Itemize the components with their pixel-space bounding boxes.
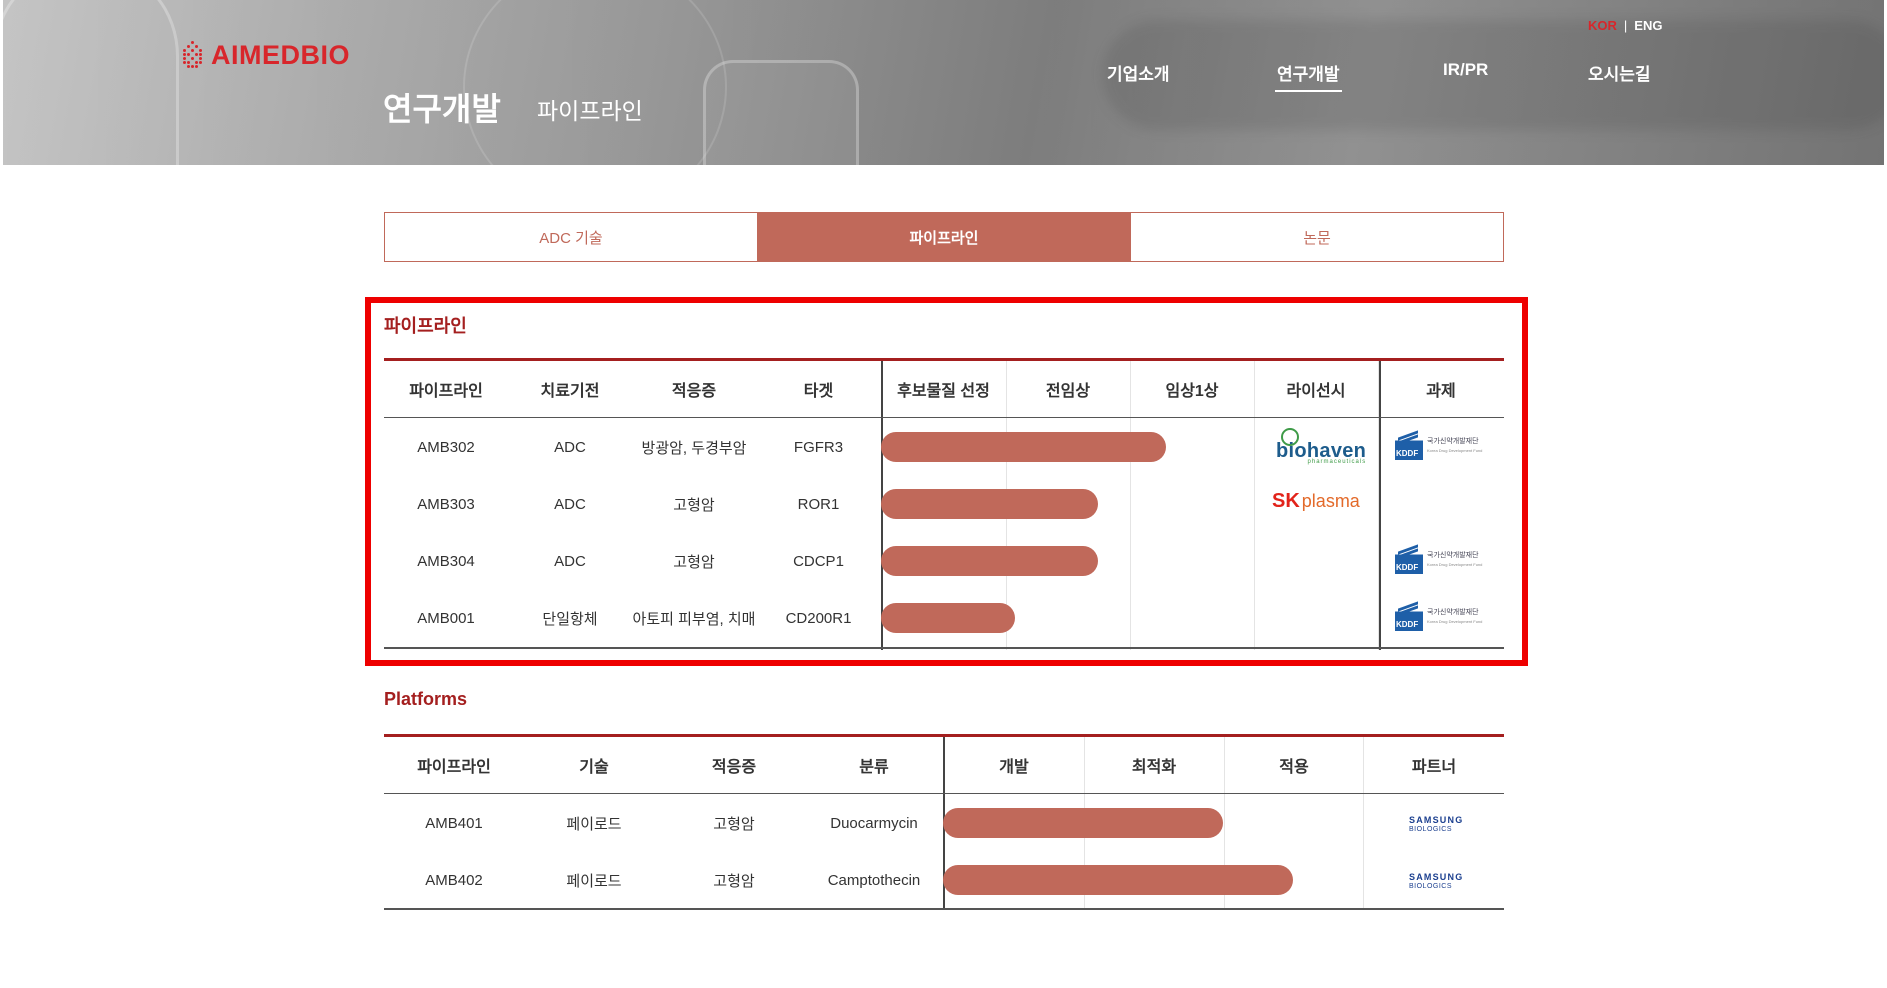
table-bottom-rule bbox=[384, 908, 1504, 910]
lang-separator: | bbox=[1623, 18, 1628, 33]
cell-indication: 고형암 bbox=[713, 816, 755, 833]
kddf-mark-icon: KDDF bbox=[1395, 432, 1423, 460]
kddf-name: 국가신약개발재단 bbox=[1427, 438, 1479, 445]
progress-bar bbox=[881, 546, 1098, 576]
header-rule bbox=[384, 793, 1504, 794]
page-title: 연구개발 bbox=[383, 91, 501, 127]
col-header-licensee: 라이선시 bbox=[1286, 383, 1346, 400]
platforms-table: 파이프라인 기술 적응증 분류 개발 최적화 적용 파트너 AMB401 페이로드… bbox=[384, 734, 1504, 911]
progress-bar bbox=[881, 489, 1098, 519]
samsung-biologics-logo: SAMSUNG BIOLOGICS bbox=[1409, 816, 1463, 834]
lang-kor-link[interactable]: KOR bbox=[1588, 18, 1617, 33]
cell-mechanism: ADC bbox=[554, 439, 586, 456]
tab-adc-tech[interactable]: ADC 기술 bbox=[385, 213, 757, 261]
progress-bar bbox=[881, 603, 1015, 633]
progress-bar bbox=[943, 865, 1293, 895]
cell-pipeline-name: AMB401 bbox=[425, 815, 483, 832]
progress-bar bbox=[943, 808, 1223, 838]
site-logo[interactable]: AIMEDBIO bbox=[181, 40, 350, 71]
cell-indication: 고형암 bbox=[713, 873, 755, 890]
tab-pipeline[interactable]: 파이프라인 bbox=[757, 213, 1130, 261]
cell-target: CD200R1 bbox=[785, 610, 852, 627]
biohaven-logo: biohaven pharmaceuticals bbox=[1276, 428, 1366, 465]
table-header: 파이프라인 기술 적응증 분류 개발 최적화 적용 파트너 bbox=[384, 737, 1504, 793]
samsung-wordmark: SAMSUNG bbox=[1409, 872, 1464, 882]
cell-pipeline-name: AMB001 bbox=[417, 610, 475, 627]
page-subtitle: 파이프라인 bbox=[537, 98, 643, 124]
kddf-name: 국가신약개발재단 bbox=[1427, 609, 1479, 616]
kddf-en: Korea Drug Development Fund bbox=[1427, 562, 1483, 567]
col-header-indication: 적응증 bbox=[671, 383, 717, 400]
col-header-pipeline: 파이프라인 bbox=[417, 759, 491, 776]
cell-mechanism: ADC bbox=[554, 553, 586, 570]
pipeline-section-title: 파이프라인 bbox=[384, 316, 467, 336]
kddf-en: Korea Drug Development Fund bbox=[1427, 619, 1483, 624]
cell-category: Camptothecin bbox=[827, 872, 921, 889]
cell-pipeline-name: AMB302 bbox=[417, 439, 475, 456]
col-header-indication: 적응증 bbox=[711, 759, 757, 776]
nav-item-irpr[interactable]: IR/PR bbox=[1443, 60, 1488, 80]
cell-category: Duocarmycin bbox=[830, 815, 918, 832]
cell-indication: 고형암 bbox=[673, 497, 715, 514]
cell-pipeline-name: AMB402 bbox=[425, 872, 483, 889]
kddf-mark-icon: KDDF bbox=[1395, 546, 1423, 574]
col-header-partner: 파트너 bbox=[1411, 759, 1457, 776]
kddf-name: 국가신약개발재단 bbox=[1427, 552, 1479, 559]
progress-bar bbox=[881, 432, 1166, 462]
plasma-wordmark: plasma bbox=[1301, 491, 1360, 511]
col-header-application: 적용 bbox=[1279, 759, 1309, 776]
nav-item-location[interactable]: 오시는길 bbox=[1588, 60, 1651, 85]
col-header-development: 개발 bbox=[999, 759, 1029, 776]
cell-mechanism: ADC bbox=[554, 496, 586, 513]
biohaven-mark-icon bbox=[1281, 428, 1299, 446]
tab-papers[interactable]: 논문 bbox=[1130, 213, 1503, 261]
kddf-logo: KDDF 국가신약개발재단 Korea Drug Development Fund bbox=[1395, 603, 1482, 631]
kddf-mark-icon: KDDF bbox=[1395, 603, 1423, 631]
col-header-optimization: 최적화 bbox=[1131, 759, 1177, 776]
col-header-target: 타겟 bbox=[803, 383, 834, 400]
platforms-section-title: Platforms bbox=[384, 689, 468, 709]
col-header-mechanism: 치료기전 bbox=[540, 383, 600, 400]
sub-tabs: ADC 기술 파이프라인 논문 bbox=[384, 212, 1504, 262]
kddf-logo: KDDF 국가신약개발재단 Korea Drug Development Fund bbox=[1395, 432, 1482, 460]
kddf-en: Korea Drug Development Fund bbox=[1427, 448, 1483, 453]
logo-text: AIMEDBIO bbox=[211, 40, 350, 70]
cell-mechanism: 단일항체 bbox=[542, 611, 598, 628]
header-rule bbox=[384, 417, 1504, 418]
cell-tech: 페이로드 bbox=[566, 873, 622, 890]
sk-plasma-logo: SK plasma bbox=[1272, 490, 1360, 513]
cell-target: ROR1 bbox=[797, 496, 840, 513]
col-header-phase1: 임상1상 bbox=[1165, 383, 1219, 400]
cell-indication: 방광암, 두경부암 bbox=[641, 440, 747, 457]
biologics-wordmark: BIOLOGICS bbox=[1409, 826, 1453, 833]
lang-eng-link[interactable]: ENG bbox=[1634, 18, 1662, 33]
kddf-logo: KDDF 국가신약개발재단 Korea Drug Development Fund bbox=[1395, 546, 1482, 574]
samsung-wordmark: SAMSUNG bbox=[1409, 815, 1464, 825]
language-switch: KOR | ENG bbox=[1588, 18, 1662, 33]
pipeline-table: 파이프라인 치료기전 적응증 타겟 후보물질 선정 전임상 임상1상 라이선시 … bbox=[384, 358, 1504, 651]
cell-pipeline-name: AMB304 bbox=[417, 553, 475, 570]
cell-target: FGFR3 bbox=[793, 439, 844, 456]
cell-indication: 고형암 bbox=[673, 554, 715, 571]
cell-indication: 아토피 피부염, 치매 bbox=[632, 611, 756, 628]
cell-tech: 페이로드 bbox=[566, 816, 622, 833]
col-header-category: 분류 bbox=[859, 759, 889, 776]
col-header-tech: 기술 bbox=[579, 759, 609, 776]
samsung-biologics-logo: SAMSUNG BIOLOGICS bbox=[1409, 873, 1463, 891]
logo-dots-icon bbox=[181, 40, 205, 71]
sk-wordmark: SK bbox=[1272, 490, 1300, 512]
cell-target: CDCP1 bbox=[793, 553, 844, 570]
table-header: 파이프라인 치료기전 적응증 타겟 후보물질 선정 전임상 임상1상 라이선시 … bbox=[384, 361, 1504, 417]
table-bottom-rule bbox=[384, 647, 1504, 649]
nav-item-research[interactable]: 연구개발 bbox=[1275, 60, 1342, 92]
cell-pipeline-name: AMB303 bbox=[417, 496, 475, 513]
col-header-pipeline: 파이프라인 bbox=[409, 383, 483, 400]
col-header-preclinical: 전임상 bbox=[1045, 383, 1091, 400]
col-header-candidate: 후보물질 선정 bbox=[897, 383, 990, 400]
biologics-wordmark: BIOLOGICS bbox=[1409, 883, 1453, 890]
col-header-project: 과제 bbox=[1426, 383, 1456, 400]
nav-item-company[interactable]: 기업소개 bbox=[1107, 60, 1170, 85]
